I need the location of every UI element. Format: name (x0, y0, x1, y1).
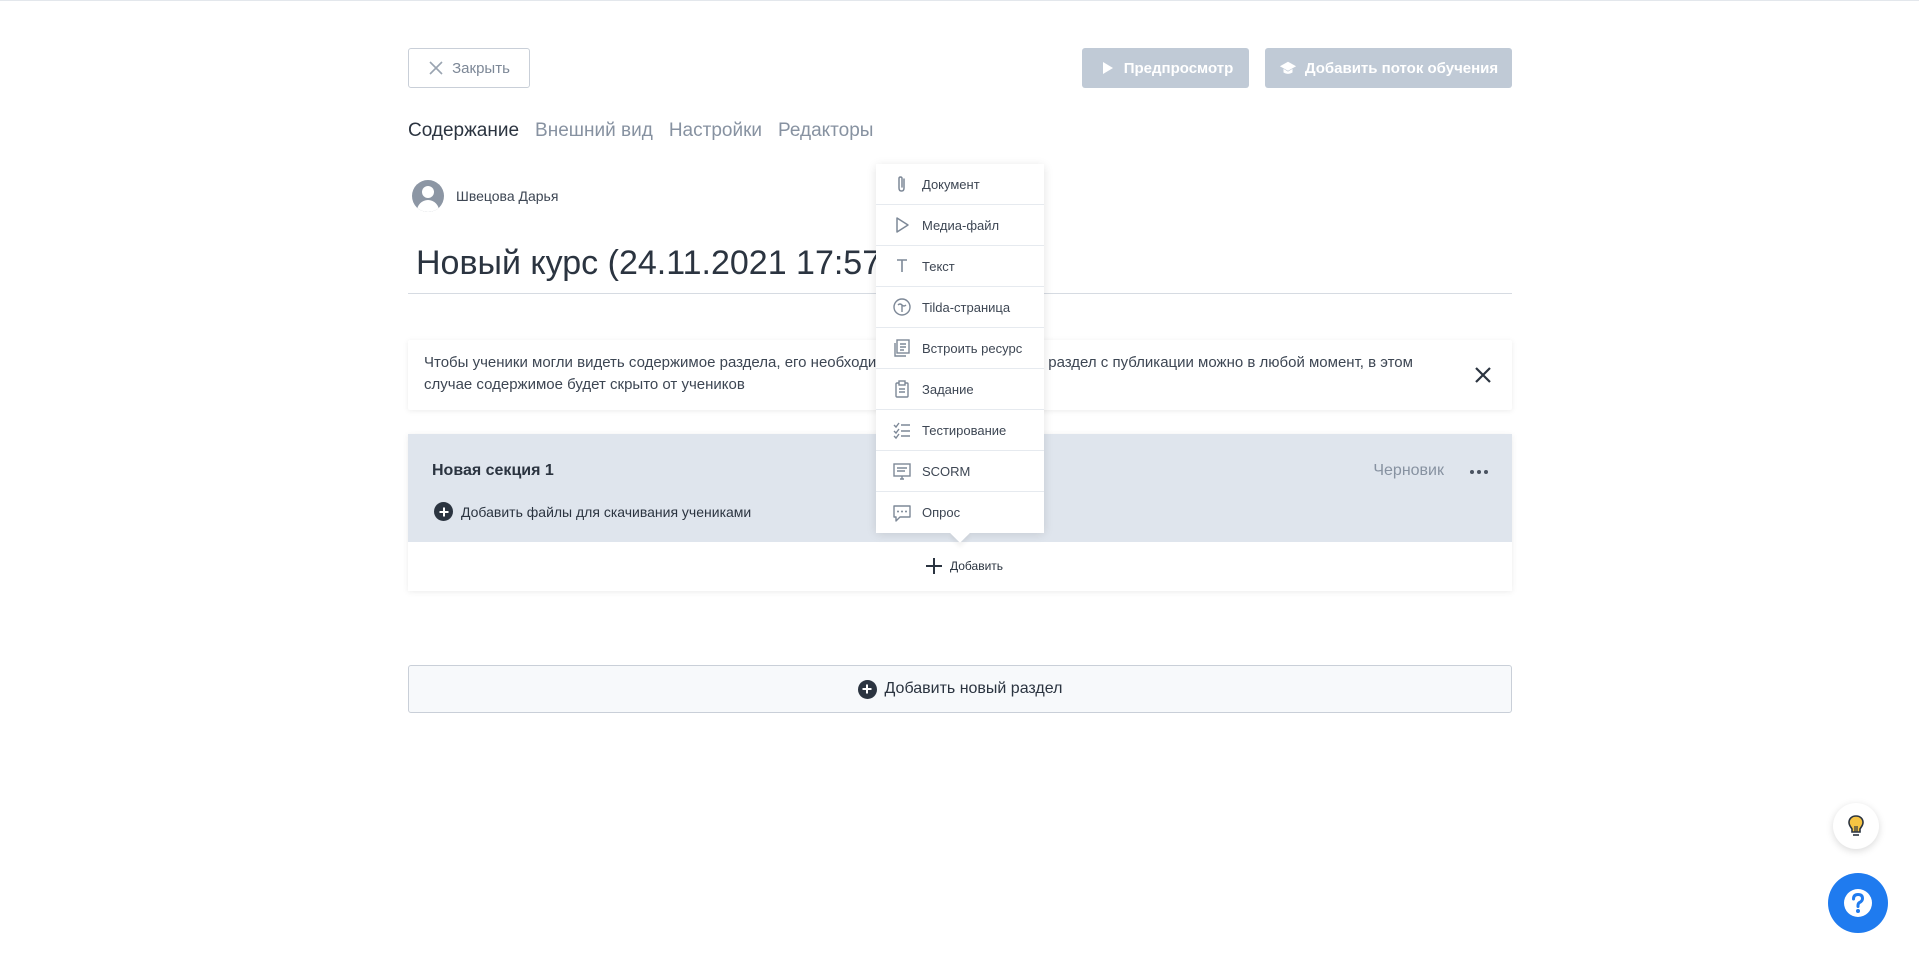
paperclip-icon (898, 176, 905, 192)
menu-item-survey[interactable]: Опрос (876, 492, 1044, 533)
menu-item-label: Встроить ресурс (922, 340, 1023, 356)
tab-settings[interactable]: Настройки (669, 120, 762, 142)
add-section-button[interactable]: Добавить новый раздел (408, 665, 1512, 713)
top-divider (0, 0, 1919, 1)
chat-icon (893, 504, 911, 522)
tab-editors[interactable]: Редакторы (778, 120, 873, 142)
close-button[interactable]: Закрыть (408, 48, 530, 88)
preview-button-label: Предпросмотр (1123, 59, 1234, 77)
tab-appearance[interactable]: Внешний вид (535, 120, 653, 142)
author-info: Швецова Дарья (412, 180, 558, 212)
add-stream-button[interactable]: Добавить поток обучения (1265, 48, 1512, 88)
menu-item-label: Медиа-файл (922, 217, 1000, 233)
embed-icon (894, 339, 910, 357)
preview-button[interactable]: Предпросмотр (1082, 48, 1249, 88)
menu-item-tilda[interactable]: Tilda-страница (876, 287, 1044, 328)
plus-icon (926, 558, 942, 574)
menu-item-testing[interactable]: Тестирование (876, 410, 1044, 451)
tab-bar: Содержание Внешний вид Настройки Редакто… (408, 120, 873, 142)
menu-item-embed[interactable]: Встроить ресурс (876, 328, 1044, 369)
plus-circle-icon (434, 502, 453, 521)
menu-item-text[interactable]: Текст (876, 246, 1044, 287)
menu-item-task[interactable]: Задание (876, 369, 1044, 410)
tab-content[interactable]: Содержание (408, 120, 519, 142)
menu-item-scorm[interactable]: SCORM (876, 451, 1044, 492)
menu-item-label: SCORM (922, 463, 971, 479)
author-name: Швецова Дарья (456, 188, 559, 204)
add-content-menu: Документ Медиа-файл Текст Tilda-страница… (876, 164, 1044, 533)
close-button-label: Закрыть (452, 59, 510, 77)
add-content-button[interactable]: Добавить (924, 556, 1003, 576)
section-title[interactable]: Новая секция 1 (432, 462, 554, 480)
help-button[interactable] (1828, 873, 1888, 933)
scorm-icon (893, 463, 911, 480)
checklist-icon (893, 422, 910, 440)
tips-button[interactable] (1833, 803, 1879, 849)
avatar (412, 180, 444, 212)
menu-item-label: Tilda-страница (922, 299, 1011, 315)
menu-item-label: Опрос (922, 505, 961, 520)
play-icon (896, 217, 909, 233)
menu-item-label: Документ (922, 176, 980, 192)
add-content-label: Добавить (950, 559, 1004, 573)
text-icon (897, 259, 907, 272)
question-icon (1844, 889, 1872, 917)
menu-item-label: Тестирование (922, 422, 1007, 438)
close-icon[interactable] (1472, 364, 1494, 386)
add-files-label: Добавить файлы для скачивания учениками (461, 503, 752, 520)
play-icon (1102, 62, 1113, 74)
plus-circle-icon (857, 679, 877, 699)
close-icon (429, 61, 443, 75)
add-section-label: Добавить новый раздел (884, 680, 1063, 697)
menu-item-media[interactable]: Медиа-файл (876, 205, 1044, 246)
menu-item-label: Задание (922, 381, 974, 397)
tilda-icon (893, 298, 911, 316)
more-options-icon[interactable] (1470, 470, 1488, 474)
menu-item-label: Текст (922, 258, 955, 274)
lightbulb-icon (1848, 815, 1864, 836)
graduation-cap-icon (1279, 61, 1296, 74)
add-files-button[interactable]: Добавить файлы для скачивания учениками (434, 502, 751, 521)
clipboard-icon (895, 380, 909, 398)
add-stream-button-label: Добавить поток обучения (1304, 59, 1499, 77)
status-badge: Черновик (1373, 462, 1444, 479)
menu-item-document[interactable]: Документ (876, 164, 1044, 205)
